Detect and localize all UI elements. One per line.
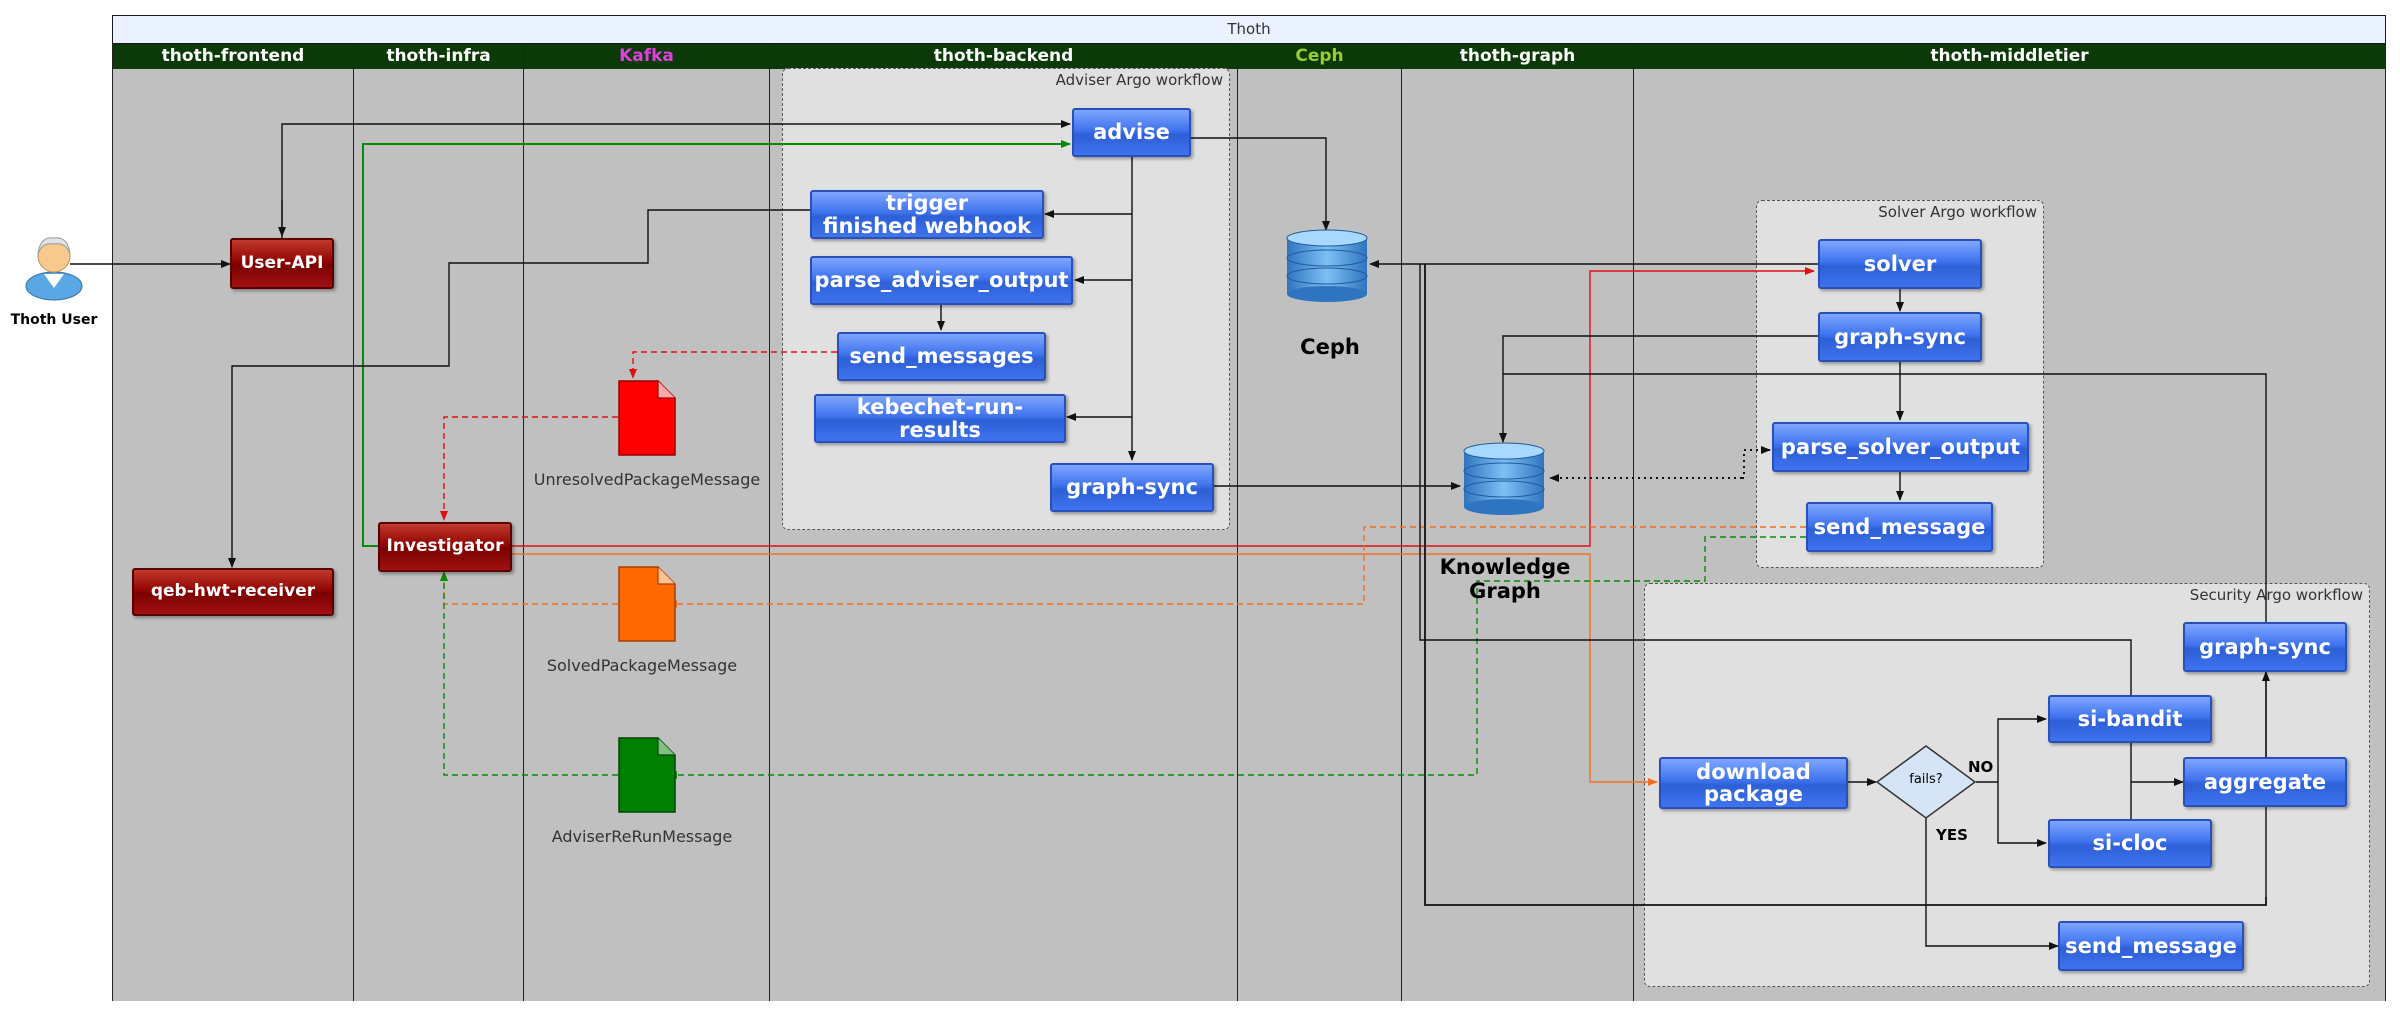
edge-solved-to-investigator (440, 571, 618, 605)
parse-solver-output-task[interactable]: parse_solver_output (1772, 422, 2029, 472)
decision-label: fails? (1909, 772, 1943, 787)
user-api-service[interactable]: User-API (230, 238, 334, 289)
rerun-message-document-icon (618, 737, 676, 813)
knowledge-graph-database-icon (1463, 442, 1545, 515)
ceph-storage-label: Ceph (1300, 335, 1360, 359)
solver-graph-sync-task[interactable]: graph-sync (1818, 312, 1982, 362)
download-package-task[interactable]: download package (1659, 757, 1848, 809)
investigator-service[interactable]: Investigator (378, 522, 512, 572)
edge-advise-to-ceph (1191, 137, 1330, 231)
kebechet-run-results-task[interactable]: kebechet-run-results (814, 394, 1066, 443)
security-send-message-task[interactable]: send_message (2058, 921, 2244, 971)
edge-send-to-unresolved (629, 351, 837, 379)
advise-task[interactable]: advise (1072, 108, 1191, 157)
solver-task[interactable]: solver (1818, 239, 1982, 289)
edge-scanners-to-aggregate (2130, 743, 2184, 819)
actor-label: Thoth User (10, 312, 98, 328)
rerun-message-label: AdviserReRunMessage (551, 827, 733, 846)
decision-yes-label: YES (1936, 826, 1968, 844)
si-bandit-task[interactable]: si-bandit (2048, 695, 2212, 743)
aggregate-task[interactable]: aggregate (2183, 757, 2347, 807)
backend-graph-sync-task[interactable]: graph-sync (1050, 463, 1214, 512)
si-cloc-task[interactable]: si-cloc (2048, 819, 2212, 868)
solver-send-message-task[interactable]: send_message (1806, 502, 1993, 552)
ceph-database-icon (1286, 229, 1368, 302)
edge-solvergraphsync-to-kg (1499, 335, 1818, 443)
decision-no-label: NO (1968, 758, 1994, 776)
unresolved-message-document-icon (618, 380, 676, 456)
solved-message-document-icon (618, 566, 676, 642)
thoth-architecture-diagram: Thoth thoth-frontend thoth-infra Kafka t… (0, 0, 2400, 1017)
edge-unresolved-to-investigator (440, 416, 618, 521)
edge-kg-to-parsesolver (1742, 446, 1771, 479)
security-graph-sync-task[interactable]: graph-sync (2183, 622, 2347, 672)
edge-solversend-to-rerun (667, 536, 1806, 779)
parse-adviser-output-task[interactable]: parse_adviser_output (810, 256, 1073, 305)
qeb-hwt-receiver-service[interactable]: qeb-hwt-receiver (132, 568, 334, 616)
solved-message-label: SolvedPackageMessage (546, 656, 738, 675)
trigger-finished-webhook-task[interactable]: trigger finished webhook (810, 190, 1044, 239)
user-icon (25, 237, 83, 301)
send-messages-task[interactable]: send_messages (837, 332, 1046, 381)
edge-solversend-to-solved (667, 526, 1806, 608)
knowledge-graph-label: Knowledge Graph (1439, 555, 1571, 603)
unresolved-message-label: UnresolvedPackageMessage (533, 470, 761, 489)
edge-decision-no-to-cloc (1997, 782, 2047, 847)
